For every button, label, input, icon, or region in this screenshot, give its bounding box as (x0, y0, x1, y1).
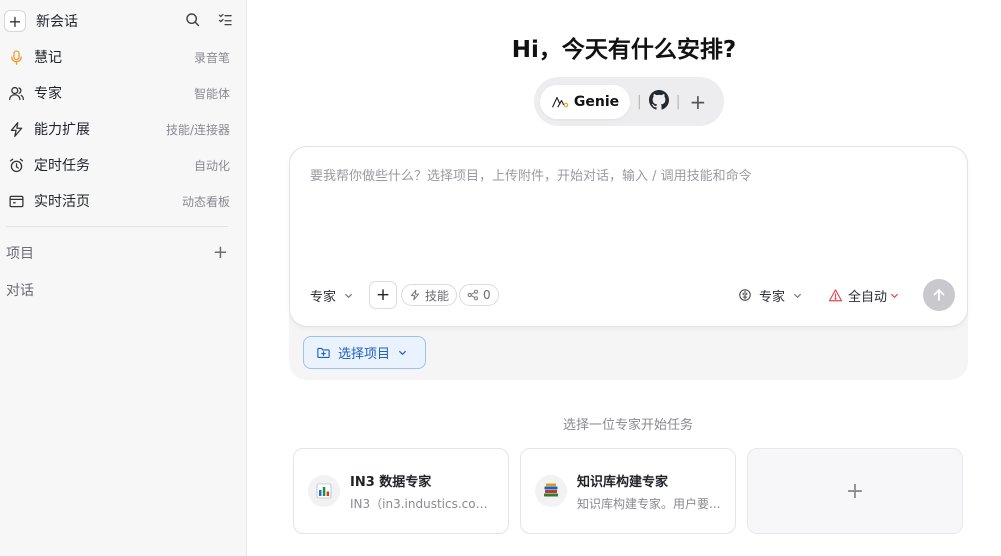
expert-card-in3[interactable]: IN3 数据专家 IN3（in3.industics.com... (293, 448, 509, 534)
connectors-count: 0 (483, 288, 491, 302)
select-project-button[interactable]: 选择项目 (303, 336, 426, 369)
microphone-icon (7, 48, 25, 66)
page-title: Hi，今天有什么安排? (511, 37, 737, 63)
bar-chart-icon (308, 475, 340, 507)
expert-cards: IN3 数据专家 IN3（in3.industics.com... 知识库构建专… (293, 448, 963, 534)
user-icon (7, 84, 25, 102)
task-list-icon[interactable] (217, 11, 234, 28)
sidebar-item-label: 能力扩展 (34, 122, 90, 138)
sidebar: + 新会话 慧记 录音笔 专家 智能体 能力扩展 技能/连接器 定时任务 自动化… (0, 0, 247, 556)
sidebar-item-huiji[interactable]: 慧记 录音笔 (0, 39, 246, 75)
skills-button[interactable]: 技能 (401, 284, 458, 306)
chevron-down-icon (890, 293, 899, 298)
main-content: Hi，今天有什么安排? Genie | | + 要我帮你做些什么？选择项目，上传… (247, 0, 1001, 556)
model-label: 专家 (758, 289, 785, 305)
bolt-icon (410, 289, 420, 301)
sidebar-nav: 慧记 录音笔 专家 智能体 能力扩展 技能/连接器 定时任务 自动化 实时活页 … (0, 39, 246, 219)
chevron-down-icon (793, 293, 802, 298)
alarm-clock-icon (7, 156, 25, 174)
projects-section-header: 项目 + (6, 243, 228, 263)
autonomy-dropdown[interactable]: 全自动 (828, 286, 899, 305)
expert-card-knowledge-base[interactable]: 知识库构建专家 知识库构建专家。用户要... (520, 448, 736, 534)
switcher-separator: | (675, 93, 681, 110)
chevron-down-icon (398, 350, 407, 356)
sidebar-top-actions (184, 11, 234, 28)
brain-icon (739, 289, 751, 301)
folder-plus-icon (317, 347, 330, 358)
genie-label: Genie (573, 93, 620, 110)
connector-nodes-icon (467, 289, 479, 301)
expert-card-title: 知识库构建专家 (577, 474, 669, 490)
sidebar-item-tag: 录音笔 (193, 50, 230, 65)
sidebar-item-extensions[interactable]: 能力扩展 技能/连接器 (0, 111, 246, 147)
mode-label: 专家 (310, 289, 337, 305)
sidebar-item-live-pages[interactable]: 实时活页 动态看板 (0, 183, 246, 219)
composer-container: 要我帮你做些什么？选择项目，上传附件，开始对话，输入 / 调用技能和命令 专家 … (289, 146, 968, 380)
sidebar-item-tag: 技能/连接器 (165, 122, 230, 137)
experts-hint: 选择一位专家开始任务 (562, 418, 693, 433)
composer[interactable]: 要我帮你做些什么？选择项目，上传附件，开始对话，输入 / 调用技能和命令 专家 … (289, 146, 968, 327)
add-agent-button[interactable]: + (689, 90, 706, 114)
sidebar-item-scheduled-tasks[interactable]: 定时任务 自动化 (0, 147, 246, 183)
send-button[interactable] (923, 279, 955, 311)
sidebar-divider (6, 226, 228, 227)
arrow-up-icon (933, 289, 945, 301)
genie-tab[interactable]: Genie (540, 84, 630, 119)
switcher-separator: | (637, 93, 642, 110)
expert-card-desc: IN3（in3.industics.com... (350, 496, 495, 511)
sidebar-item-tag: 动态看板 (181, 194, 230, 209)
sidebar-item-label: 定时任务 (34, 158, 90, 174)
genie-logo-icon (551, 96, 569, 108)
sidebar-item-label: 专家 (34, 86, 62, 102)
agent-switcher: Genie | | + (534, 77, 724, 126)
sidebar-item-label: 实时活页 (34, 194, 90, 210)
browser-window-icon (7, 192, 25, 210)
plus-icon: + (4, 10, 26, 32)
sidebar-item-tag: 自动化 (193, 158, 230, 173)
model-dropdown[interactable]: 专家 (738, 286, 802, 305)
new-chat-button[interactable]: + 新会话 (4, 9, 78, 33)
add-expert-button[interactable]: + (747, 448, 963, 534)
composer-toolbar: 专家 + 技能 0 专家 全自动 (310, 279, 955, 311)
github-icon[interactable] (648, 89, 669, 114)
chats-section-header: 对话 (6, 280, 34, 300)
expert-card-desc: 知识库构建专家。用户要... (577, 496, 721, 511)
chevron-down-icon (344, 293, 353, 298)
select-project-label: 选择项目 (338, 347, 391, 362)
chats-label: 对话 (6, 283, 34, 299)
connectors-button[interactable]: 0 (459, 284, 499, 306)
expert-card-title: IN3 数据专家 (350, 474, 432, 490)
search-icon[interactable] (184, 11, 201, 28)
bolt-icon (7, 120, 25, 138)
sidebar-item-label: 慧记 (34, 50, 62, 66)
mode-dropdown[interactable]: 专家 (310, 286, 353, 305)
new-chat-label: 新会话 (36, 14, 78, 30)
sidebar-item-tag: 智能体 (193, 86, 230, 101)
composer-input[interactable]: 要我帮你做些什么？选择项目，上传附件，开始对话，输入 / 调用技能和命令 (310, 165, 752, 184)
sidebar-item-experts[interactable]: 专家 智能体 (0, 75, 246, 111)
projects-label: 项目 (6, 246, 34, 262)
skills-label: 技能 (425, 288, 450, 303)
books-icon (535, 475, 567, 507)
app-root: + 新会话 慧记 录音笔 专家 智能体 能力扩展 技能/连接器 定时任务 自动化… (0, 0, 1001, 556)
add-project-button[interactable]: + (213, 244, 228, 262)
attach-button[interactable]: + (369, 281, 398, 309)
warning-triangle-icon (828, 288, 843, 301)
autonomy-label: 全自动 (847, 289, 887, 305)
